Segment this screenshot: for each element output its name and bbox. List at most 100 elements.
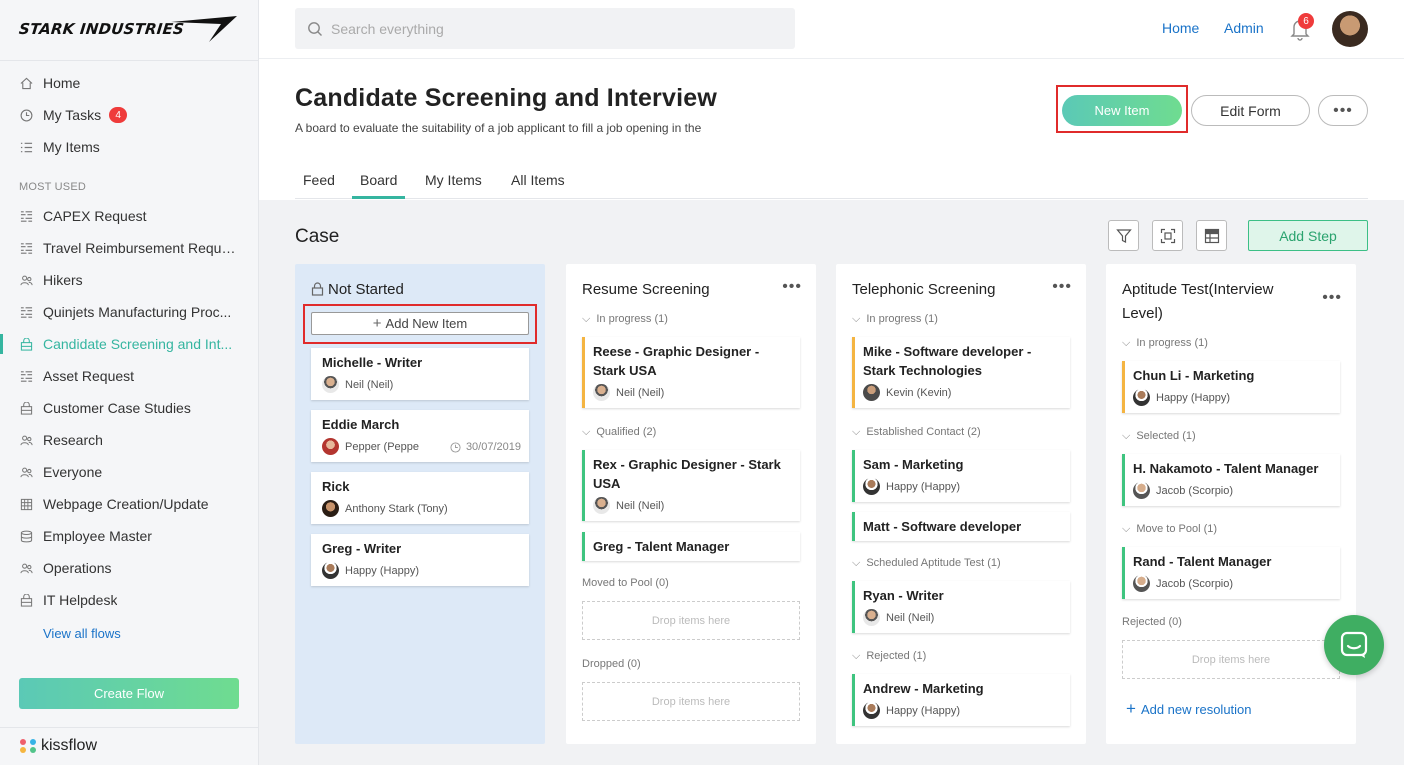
- avatar: [863, 609, 880, 626]
- tab-all-items[interactable]: All Items: [503, 172, 573, 199]
- group-header-scheduled-aptitude-test[interactable]: ⌵ Scheduled Aptitude Test (1): [852, 557, 1001, 570]
- group-header-rejected[interactable]: Rejected (0): [1122, 616, 1182, 628]
- drop-zone[interactable]: Drop items here: [582, 682, 800, 721]
- card-item[interactable]: Mike - Software developer - Stark Techno…: [852, 337, 1070, 408]
- card-assignee: Neil (Neil): [863, 609, 934, 626]
- column-title-text: Not Started: [328, 281, 404, 298]
- card-item[interactable]: Matt - Software developer: [852, 512, 1070, 541]
- board-area: Case Add Step Not Started + Add New Item …: [259, 200, 1404, 765]
- kissflow-wordmark: kissflow: [41, 737, 98, 754]
- column-more-button[interactable]: •••: [1052, 278, 1072, 296]
- focus-icon: [1160, 228, 1175, 243]
- card-item[interactable]: Michelle - Writer Neil (Neil): [311, 348, 529, 400]
- sidebar-item-candidate-screening[interactable]: Candidate Screening and Int...: [0, 328, 259, 360]
- tab-feed[interactable]: Feed: [295, 172, 343, 199]
- sidebar-item-operations[interactable]: Operations: [0, 552, 259, 584]
- column-title: Not Started: [311, 278, 511, 302]
- card-item[interactable]: H. Nakamoto - Talent Manager Jacob (Scor…: [1122, 454, 1340, 506]
- sidebar-item-webpage-creation[interactable]: Webpage Creation/Update: [0, 488, 259, 520]
- card-item[interactable]: Rand - Talent Manager Jacob (Scorpio): [1122, 547, 1340, 599]
- sidebar-divider: [0, 60, 259, 61]
- top-link-admin[interactable]: Admin: [1224, 20, 1264, 36]
- sidebar-item-employee-master[interactable]: Employee Master: [0, 520, 259, 552]
- stark-industries-logo[interactable]: STARK INDUSTRIES: [18, 14, 239, 46]
- group-header-established-contact[interactable]: ⌵ Established Contact (2): [852, 426, 981, 439]
- card-item[interactable]: Eddie March Pepper (Peppe 30/07/2019: [311, 410, 529, 462]
- search-icon: [308, 21, 322, 36]
- sidebar-item-label: Employee Master: [43, 528, 152, 544]
- card-item[interactable]: Greg - Writer Happy (Happy): [311, 534, 529, 586]
- sidebar-item-customer-case-studies[interactable]: Customer Case Studies: [0, 392, 259, 424]
- sidebar: STARK INDUSTRIES Home My Tasks 4 My Item…: [0, 0, 259, 765]
- plus-icon: +: [1126, 699, 1136, 718]
- card-item[interactable]: Reese - Graphic Designer - Stark USA Nei…: [582, 337, 800, 408]
- card-title: Eddie March: [322, 417, 400, 432]
- card-item[interactable]: Greg - Talent Manager: [582, 532, 800, 561]
- edit-form-button[interactable]: Edit Form: [1191, 95, 1310, 126]
- group-header-selected[interactable]: ⌵ Selected (1): [1122, 430, 1196, 443]
- sidebar-item-travel-reimbursement[interactable]: Travel Reimbursement Reque...: [0, 232, 259, 264]
- sidebar-item-quinjets[interactable]: Quinjets Manufacturing Proc...: [0, 296, 259, 328]
- add-resolution-label: Add new resolution: [1140, 701, 1252, 717]
- sidebar-footer-divider: [0, 727, 259, 728]
- people-icon: [19, 465, 33, 479]
- sidebar-item-capex-request[interactable]: CAPEX Request: [0, 200, 259, 232]
- sidebar-item-hikers[interactable]: Hikers: [0, 264, 259, 296]
- sidebar-item-home[interactable]: Home: [0, 67, 259, 99]
- sidebar-item-everyone[interactable]: Everyone: [0, 456, 259, 488]
- card-item[interactable]: Sam - Marketing Happy (Happy): [852, 450, 1070, 502]
- drop-zone[interactable]: Drop items here: [582, 601, 800, 640]
- search-box[interactable]: [295, 8, 795, 49]
- group-header-in-progress[interactable]: ⌵ In progress (1): [1122, 337, 1208, 350]
- group-header-in-progress[interactable]: ⌵ In progress (1): [852, 313, 938, 326]
- most-used-heading: MOST USED: [19, 181, 86, 193]
- card-item[interactable]: Chun Li - Marketing Happy (Happy): [1122, 361, 1340, 413]
- add-item-highlight-box: [303, 304, 537, 344]
- chat-launcher-button[interactable]: [1324, 615, 1384, 675]
- group-header-in-progress[interactable]: ⌵ In progress (1): [582, 313, 668, 326]
- column-more-button[interactable]: •••: [1322, 289, 1342, 307]
- add-step-button[interactable]: Add Step: [1248, 220, 1368, 251]
- tab-my-items[interactable]: My Items: [417, 172, 490, 199]
- drop-zone[interactable]: Drop items here: [1122, 640, 1340, 679]
- notification-count-badge: 6: [1298, 13, 1314, 29]
- search-input[interactable]: [331, 20, 771, 37]
- user-avatar[interactable]: [1332, 11, 1368, 47]
- add-new-resolution-link[interactable]: + Add new resolution: [1126, 699, 1252, 719]
- group-header-qualified[interactable]: ⌵ Qualified (2): [582, 426, 656, 439]
- group-header-move-to-pool[interactable]: ⌵ Move to Pool (1): [1122, 523, 1217, 536]
- filter-button[interactable]: [1108, 220, 1139, 251]
- sidebar-item-my-tasks[interactable]: My Tasks 4: [0, 99, 259, 131]
- tab-board[interactable]: Board: [352, 172, 406, 199]
- sidebar-item-research[interactable]: Research: [0, 424, 259, 456]
- create-flow-button[interactable]: Create Flow: [19, 678, 239, 709]
- home-icon: [19, 76, 33, 90]
- top-link-home[interactable]: Home: [1162, 20, 1199, 36]
- card-item[interactable]: Rex - Graphic Designer - Stark USA Neil …: [582, 450, 800, 521]
- chevron-down-icon: ⌵: [852, 557, 861, 569]
- more-options-button[interactable]: •••: [1318, 95, 1368, 126]
- chevron-down-icon: ⌵: [1122, 430, 1131, 442]
- card-assignee: Neil (Neil): [593, 497, 664, 514]
- fullscreen-button[interactable]: [1152, 220, 1183, 251]
- card-title: H. Nakamoto - Talent Manager: [1133, 461, 1319, 476]
- group-header-rejected[interactable]: ⌵ Rejected (1): [852, 650, 926, 663]
- sidebar-item-label: Quinjets Manufacturing Proc...: [43, 304, 232, 320]
- card-item[interactable]: Andrew - Marketing Happy (Happy): [852, 674, 1070, 726]
- group-header-dropped[interactable]: Dropped (0): [582, 658, 641, 670]
- page-description: A board to evaluate the suitability of a…: [295, 121, 702, 135]
- card-item[interactable]: Rick Anthony Stark (Tony): [311, 472, 529, 524]
- people-icon: [19, 433, 33, 447]
- card-item[interactable]: Ryan - Writer Neil (Neil): [852, 581, 1070, 633]
- sidebar-item-my-items[interactable]: My Items: [0, 131, 259, 163]
- group-header-moved-to-pool[interactable]: Moved to Pool (0): [582, 577, 669, 589]
- assignee-name: Happy (Happy): [345, 564, 419, 577]
- sidebar-item-it-helpdesk[interactable]: IT Helpdesk: [0, 584, 259, 616]
- sidebar-item-asset-request[interactable]: Asset Request: [0, 360, 259, 392]
- card-assignee: Jacob (Scorpio): [1133, 482, 1233, 499]
- column-more-button[interactable]: •••: [782, 278, 802, 296]
- sidebar-item-label: Asset Request: [43, 368, 135, 384]
- view-all-flows-link[interactable]: View all flows: [43, 626, 121, 641]
- table-view-button[interactable]: [1196, 220, 1227, 251]
- topbar: Home Admin 6: [259, 0, 1404, 59]
